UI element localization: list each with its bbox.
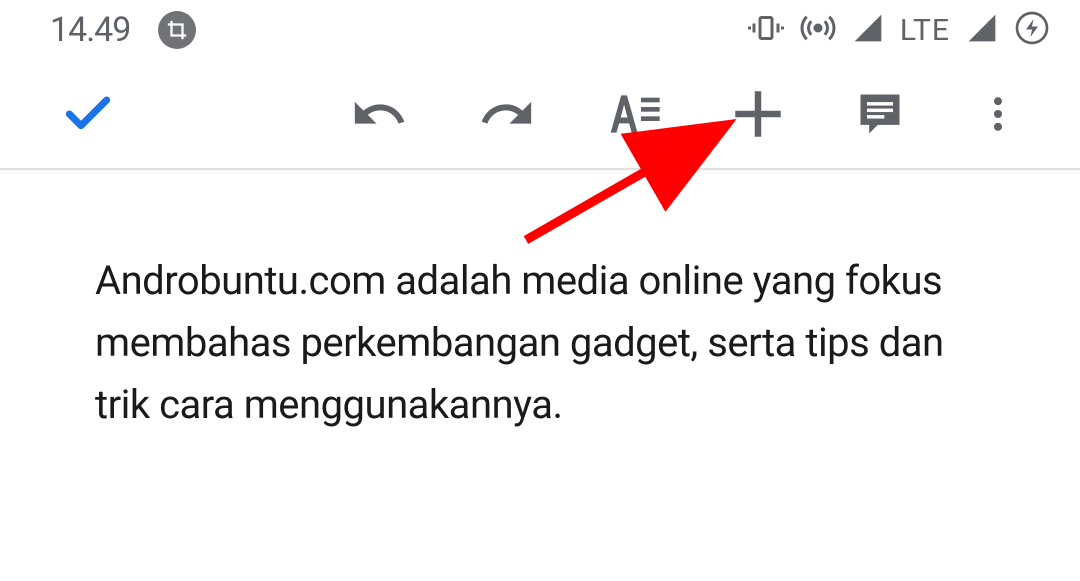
- confirm-button[interactable]: [60, 86, 116, 142]
- status-bar: 14.49 LTE: [0, 0, 1080, 60]
- network-type-label: LTE: [900, 13, 950, 48]
- comment-button[interactable]: [854, 88, 906, 140]
- insert-button[interactable]: [732, 88, 784, 140]
- status-time: 14.49: [50, 10, 130, 50]
- redo-button[interactable]: [478, 85, 536, 143]
- more-menu-button[interactable]: [976, 92, 1020, 136]
- hotspot-icon: [800, 10, 836, 50]
- document-body[interactable]: Androbuntu.com adalah media online yang …: [0, 170, 1080, 436]
- crop-icon: [158, 11, 196, 49]
- vibrate-icon: [748, 10, 784, 50]
- format-text-button[interactable]: [606, 86, 662, 142]
- signal-1-icon: [852, 12, 884, 48]
- document-paragraph[interactable]: Androbuntu.com adalah media online yang …: [95, 250, 990, 436]
- editor-toolbar: [0, 60, 1080, 170]
- undo-button[interactable]: [350, 85, 408, 143]
- signal-2-icon: [966, 12, 998, 48]
- battery-saver-icon: [1014, 10, 1050, 50]
